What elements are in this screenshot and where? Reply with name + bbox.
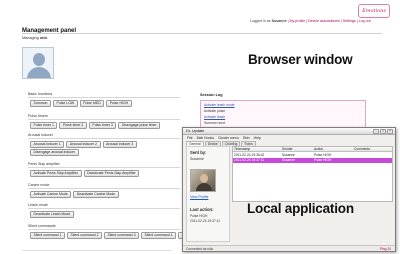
pulse-timer-3-button[interactable]: Pulse timer 3 <box>88 122 117 129</box>
pulse-high-button[interactable]: Pulse HIGH <box>106 100 132 107</box>
last-action-time: 2011-02-24 19:37:11 <box>190 219 221 223</box>
activate-canine-button[interactable]: Activate Canine Mode <box>30 191 72 198</box>
column-header-timestamp[interactable]: Timestamp <box>233 147 250 152</box>
maximize-icon[interactable]: □ <box>380 129 386 134</box>
pulse-med-button[interactable]: Pulse MED <box>79 100 105 107</box>
link-device-associations[interactable]: Device associations <box>308 19 340 23</box>
top-links: Logged in as Susanne | My profile | Devi… <box>250 19 371 23</box>
app-title: Dr. Update <box>186 129 205 133</box>
section-label-silent: Silent commands <box>28 224 56 228</box>
managing-info: Managing nick <box>22 36 47 40</box>
logged-in-prefix: Logged in as <box>250 19 271 23</box>
session-log-title: Session Log <box>200 93 223 97</box>
session-log-box[interactable]: Activate leash mode Activate pulse Activ… <box>200 100 366 130</box>
managing-user: nick <box>39 36 48 40</box>
pulse-timer-1-button[interactable]: Pulse timer 1 <box>30 122 58 129</box>
section-label-canine: Canine mode <box>28 183 50 187</box>
silent-command-4-button[interactable]: Silent command 4 <box>141 232 177 239</box>
sender-panel: Sent by: Susanne View Profile Last actio… <box>186 146 230 242</box>
avatar <box>22 47 54 79</box>
pulse-timer-buttons: Pulse timer 1 Pulse timer 2 Pulse timer … <box>30 122 161 129</box>
action-table[interactable]: Timestamp Sender Action Comments 2011-02… <box>232 146 393 202</box>
photo-torso-shape <box>196 183 212 191</box>
summon-button[interactable]: Summon <box>30 100 52 107</box>
deactivate-amplifier-button[interactable]: Deactivate Penis Slap Amplifier <box>83 170 140 177</box>
minimize-icon[interactable]: – <box>373 129 379 134</box>
column-header-comments[interactable]: Comments <box>353 147 370 152</box>
app-titlebar[interactable]: Dr. Update – □ × <box>183 128 395 135</box>
cell-sender: Susanne <box>282 158 296 162</box>
section-divider <box>28 188 180 189</box>
pulse-low-button[interactable]: Pulse LOW <box>53 100 78 107</box>
silent-command-2-button[interactable]: Silent command 2 <box>67 232 103 239</box>
link-my-profile[interactable]: My profile <box>290 19 306 23</box>
column-header-sender[interactable]: Sender <box>281 147 293 152</box>
arousal-buttons-row2: Disengage arousal inducer <box>30 149 79 156</box>
window-controls: – □ × <box>373 129 393 134</box>
view-profile-link[interactable]: View Profile <box>190 195 208 199</box>
brand-logo[interactable]: Emotions <box>358 4 390 18</box>
silent-command-3-button[interactable]: Silent command 3 <box>104 232 140 239</box>
table-row-selected[interactable]: 2011-02-24 19:37:11 Susanne Pulse HIGH <box>233 158 392 163</box>
deactivate-leash-button[interactable]: Deactivate Leash Mode <box>30 211 74 218</box>
section-label-amplifier: Penis Slap amplifier <box>28 162 60 166</box>
arousal-inducer-2-button[interactable]: Arousal inducer 2 <box>66 141 101 148</box>
section-divider <box>28 119 180 120</box>
arousal-buttons: Arousal inducer 1 Arousal inducer 2 Arou… <box>30 141 137 148</box>
cell-timestamp: 2011-02-24 19:37:11 <box>234 158 265 162</box>
footer-divider <box>22 250 172 251</box>
arousal-inducer-1-button[interactable]: Arousal inducer 1 <box>30 141 65 148</box>
canine-buttons: Activate Canine Mode Deactivate Canine M… <box>30 191 119 198</box>
app-statusbar: Connected as nick Ping 24 <box>183 245 395 251</box>
last-action-value: Pulse HIGH <box>190 214 208 218</box>
sent-by-label: Sent by: <box>190 150 207 155</box>
close-icon[interactable]: × <box>387 129 393 134</box>
section-divider <box>28 229 180 230</box>
section-divider <box>28 97 180 98</box>
session-log-line[interactable]: Activate leash <box>204 115 225 119</box>
link-settings[interactable]: Settings <box>343 19 356 23</box>
avatar-body-shape <box>27 67 51 78</box>
cell-action: Pulse HIGH <box>314 158 332 162</box>
ping-status: Ping 24 <box>379 246 391 251</box>
disengage-pulse-timer-button[interactable]: Disengage pulse timer <box>118 122 161 129</box>
section-label-basic: Basic functions <box>28 92 53 96</box>
last-action-label: Last action: <box>190 207 214 212</box>
photo-face-shape <box>200 174 208 183</box>
browser-window-annotation: Browser window <box>248 52 353 67</box>
column-header-action[interactable]: Action <box>313 147 323 152</box>
section-label-arousal: Arousal inducer <box>28 133 53 137</box>
table-header: Timestamp Sender Action Comments <box>233 147 392 152</box>
sender-photo <box>190 169 216 192</box>
section-label-leash: Leash mode <box>28 203 48 207</box>
disengage-arousal-button[interactable]: Disengage arousal inducer <box>30 149 79 156</box>
deactivate-canine-button[interactable]: Deactivate Canine Mode <box>73 191 119 198</box>
session-log-line: Activate pulse <box>204 109 226 113</box>
local-application-annotation: Local application <box>247 201 354 216</box>
connection-status: Connected as nick <box>186 246 214 251</box>
activate-amplifier-button[interactable]: Activate Penis Slap Amplifier <box>30 170 82 177</box>
section-divider <box>28 167 180 168</box>
leash-buttons: Deactivate Leash Mode <box>30 211 74 218</box>
section-divider <box>28 138 180 139</box>
amplifier-buttons: Activate Penis Slap Amplifier Deactivate… <box>30 170 140 177</box>
pulse-timer-2-button[interactable]: Pulse timer 2 <box>59 122 87 129</box>
silent-command-1-button[interactable]: Silent command 1 <box>30 232 66 239</box>
session-log-line[interactable]: Activate leash mode <box>204 103 235 107</box>
section-divider <box>28 208 180 209</box>
local-app-window: Dr. Update – □ × File Mail Hooks Cluster… <box>182 127 396 252</box>
sender-name: Susanne <box>190 157 204 161</box>
link-log-out[interactable]: Log out <box>359 19 371 23</box>
session-log-line: Summon sent <box>204 121 225 125</box>
section-label-pulse-timers: Pulse timers <box>28 114 48 118</box>
arousal-inducer-3-button[interactable]: Arousal inducer 3 <box>102 141 137 148</box>
title-divider <box>22 33 382 34</box>
logged-in-user: Susanne <box>271 19 287 23</box>
basic-buttons: Summon Pulse LOW Pulse MED Pulse HIGH <box>30 100 132 107</box>
managing-prefix: Managing <box>22 36 39 40</box>
avatar-head-shape <box>33 53 45 66</box>
